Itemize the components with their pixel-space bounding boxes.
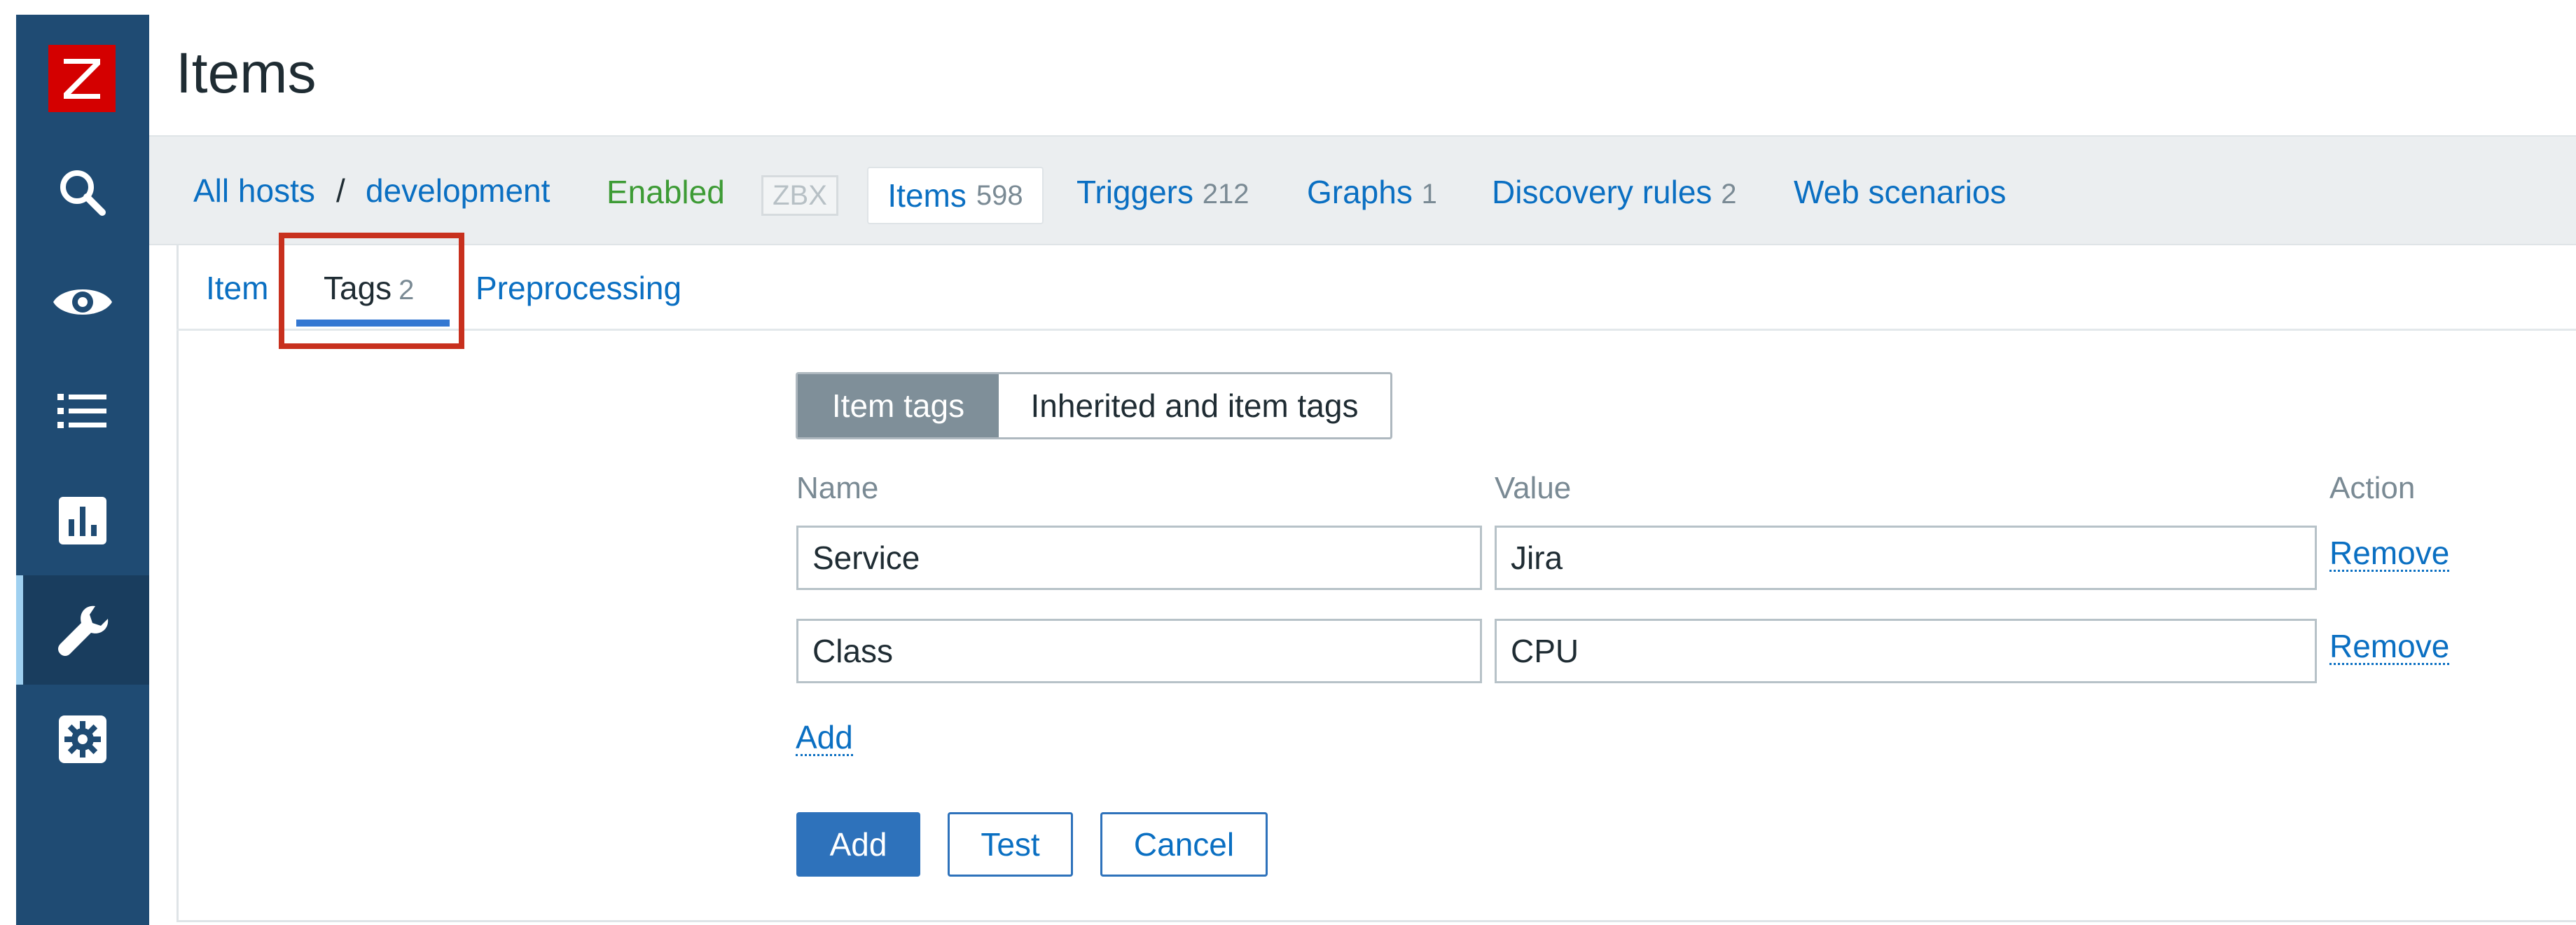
list-icon[interactable]	[16, 357, 149, 466]
eye-icon[interactable]	[16, 247, 149, 357]
tag-value-input[interactable]	[1495, 526, 2317, 590]
remove-tag-link[interactable]: Remove	[2329, 536, 2450, 573]
breadcrumb-host[interactable]: development	[366, 172, 550, 210]
host-tab-graphs[interactable]: Graphs 1	[1307, 173, 1437, 211]
column-header-value: Value	[1495, 471, 1572, 505]
column-header-name: Name	[796, 471, 879, 505]
host-tab-graphs-count: 1	[1421, 179, 1437, 210]
host-tab-triggers-count: 212	[1202, 179, 1249, 210]
add-tag-link[interactable]: Add	[796, 720, 853, 757]
tag-value-input[interactable]	[1495, 619, 2317, 683]
search-icon[interactable]	[16, 138, 149, 247]
cancel-button[interactable]: Cancel	[1100, 812, 1268, 877]
gear-icon[interactable]	[16, 685, 149, 794]
sidebar	[16, 15, 149, 925]
test-button[interactable]: Test	[948, 812, 1073, 877]
zbx-availability-badge: ZBX	[761, 175, 838, 216]
host-tab-discovery-label: Discovery rules	[1492, 174, 1712, 210]
host-tab-items-count: 598	[976, 179, 1023, 211]
host-tab-discovery-count: 2	[1721, 179, 1737, 210]
host-tab-triggers[interactable]: Triggers 212	[1076, 173, 1249, 211]
host-tab-items[interactable]: Items 598	[867, 167, 1044, 224]
remove-tag-link[interactable]: Remove	[2329, 629, 2450, 666]
tag-mode-toggle: Item tags Inherited and item tags	[796, 372, 1392, 439]
tag-name-input[interactable]	[796, 619, 1482, 683]
breadcrumb-separator: /	[336, 172, 345, 209]
tags-tab-highlight	[279, 233, 464, 349]
host-tab-items-label: Items	[887, 177, 967, 214]
tab-preprocessing[interactable]: Preprocessing	[476, 269, 681, 307]
status-enabled[interactable]: Enabled	[607, 173, 725, 211]
tag-name-input[interactable]	[796, 526, 1482, 590]
host-tab-discovery-rules[interactable]: Discovery rules 2	[1492, 173, 1736, 211]
breadcrumb-all-hosts[interactable]: All hosts	[193, 172, 315, 210]
item-tags-toggle[interactable]: Item tags	[798, 374, 999, 437]
inherited-tags-toggle[interactable]: Inherited and item tags	[999, 374, 1390, 437]
host-tab-graphs-label: Graphs	[1307, 174, 1413, 210]
column-header-action: Action	[2329, 471, 2416, 505]
page-title: Items	[176, 41, 317, 105]
add-button[interactable]: Add	[796, 812, 920, 877]
host-tab-triggers-label: Triggers	[1076, 174, 1193, 210]
tab-item[interactable]: Item	[206, 269, 268, 307]
host-tab-web-scenarios[interactable]: Web scenarios	[1794, 173, 2006, 211]
wrench-icon[interactable]	[16, 575, 149, 685]
zabbix-logo[interactable]	[48, 45, 116, 112]
chart-icon[interactable]	[16, 466, 149, 575]
